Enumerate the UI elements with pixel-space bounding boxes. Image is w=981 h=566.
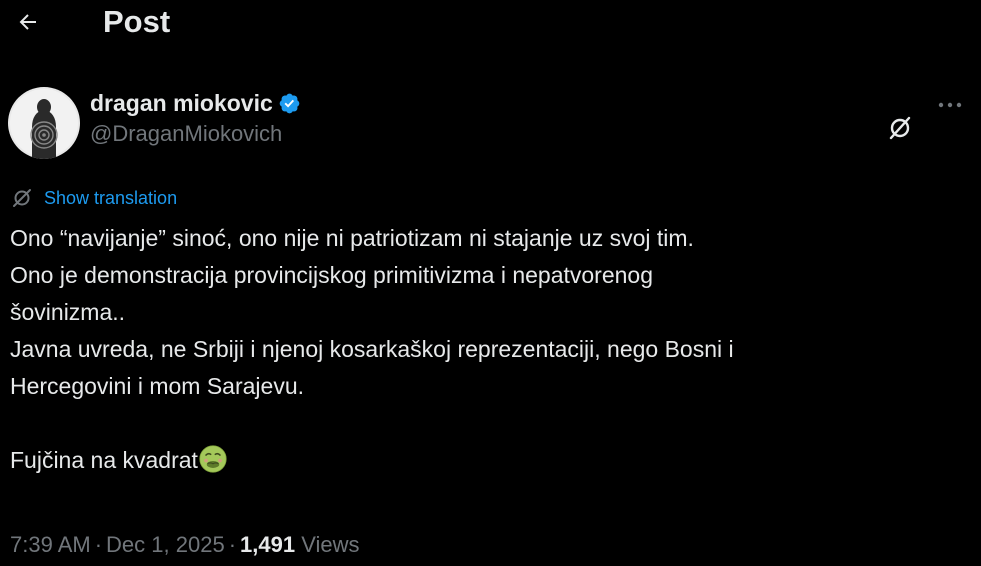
meta-separator: · [228, 532, 237, 557]
grok-icon [889, 116, 911, 140]
tweet-text-line: šovinizma.. [10, 299, 126, 325]
tweet-text-line: Fujčina na kvadrat [10, 447, 198, 473]
translate-icon [10, 186, 34, 210]
post-time[interactable]: 7:39 AM [10, 532, 91, 557]
post-date[interactable]: Dec 1, 2025 [106, 532, 225, 557]
tweet-text-last-line: Fujčina na kvadrat [10, 442, 970, 479]
arrow-left-icon [19, 14, 36, 30]
post-header: Post [0, 0, 981, 46]
author-handle[interactable]: @DraganMiokovich [90, 121, 301, 147]
avatar[interactable] [8, 87, 80, 159]
tweet-text: Ono “navijanje” sinoć, ono nije ni patri… [10, 220, 970, 479]
nauseated-face-icon [199, 445, 227, 473]
show-translation-link[interactable]: Show translation [10, 186, 177, 210]
avatar-image [8, 87, 80, 159]
views-count: 1,491 [240, 532, 296, 557]
author-display-name[interactable]: dragan miokovic [90, 90, 273, 117]
tweet-text-line: Ono “navijanje” sinoć, ono nije ni patri… [10, 225, 694, 251]
meta-separator: · [94, 532, 103, 557]
tweet-text-line: Hercegovini i mom Sarajevu. [10, 373, 305, 399]
tweet-text-line: Javna uvreda, ne Srbiji i njenoj kosarka… [10, 336, 734, 362]
page-title: Post [103, 4, 171, 39]
verified-badge-icon[interactable] [278, 92, 301, 115]
tweet-text-line: Ono je demonstracija provincijskog primi… [10, 262, 654, 288]
more-options-button[interactable] [930, 90, 970, 120]
post-meta: 7:39 AM · Dec 1, 2025 · 1,491 Views [10, 530, 360, 560]
show-translation-label: Show translation [44, 187, 178, 208]
views-label: Views [301, 532, 360, 557]
back-button[interactable] [8, 2, 48, 42]
grok-button[interactable] [885, 113, 915, 143]
author-block: dragan miokovic @DraganMiokovich [90, 88, 301, 147]
more-horizontal-icon [938, 102, 962, 108]
